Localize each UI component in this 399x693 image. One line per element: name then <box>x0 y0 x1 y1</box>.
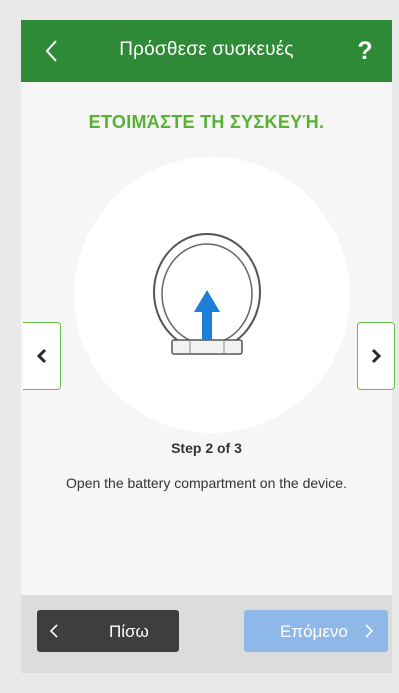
back-button-label: Πίσω <box>109 622 149 641</box>
footer-bar: Πίσω Επόμενο <box>21 595 392 673</box>
chevron-left-icon <box>45 40 57 62</box>
device-battery-illustration <box>153 233 261 355</box>
chevron-right-icon <box>371 348 382 364</box>
step-heading: ΕΤΟΙΜΆΣΤΕ ΤΗ ΣΥΣΚΕΥΉ. <box>88 112 325 132</box>
app-frame: Πρόσθεσε συσκευές ? ΕΤΟΙΜΆΣΤΕ ΤΗ ΣΥΣΚΕΥΉ… <box>21 20 395 673</box>
chevron-left-icon <box>36 348 46 364</box>
page-title: Πρόσθεσε συσκευές <box>119 39 294 60</box>
carousel-next-button[interactable] <box>357 322 395 390</box>
chevron-right-icon <box>364 610 374 652</box>
help-button[interactable]: ? <box>348 34 382 68</box>
header-bar: Πρόσθεσε συσκευές ? <box>21 20 392 82</box>
carousel-prev-button[interactable] <box>23 322 61 390</box>
header-back-button[interactable] <box>35 34 69 68</box>
chevron-left-icon <box>49 610 59 652</box>
next-button[interactable]: Επόμενο <box>244 610 388 652</box>
back-button[interactable]: Πίσω <box>37 610 179 652</box>
next-button-label: Επόμενο <box>280 622 348 641</box>
step-description: Open the battery compartment on the devi… <box>66 475 347 491</box>
step-indicator: Step 2 of 3 <box>171 440 242 456</box>
